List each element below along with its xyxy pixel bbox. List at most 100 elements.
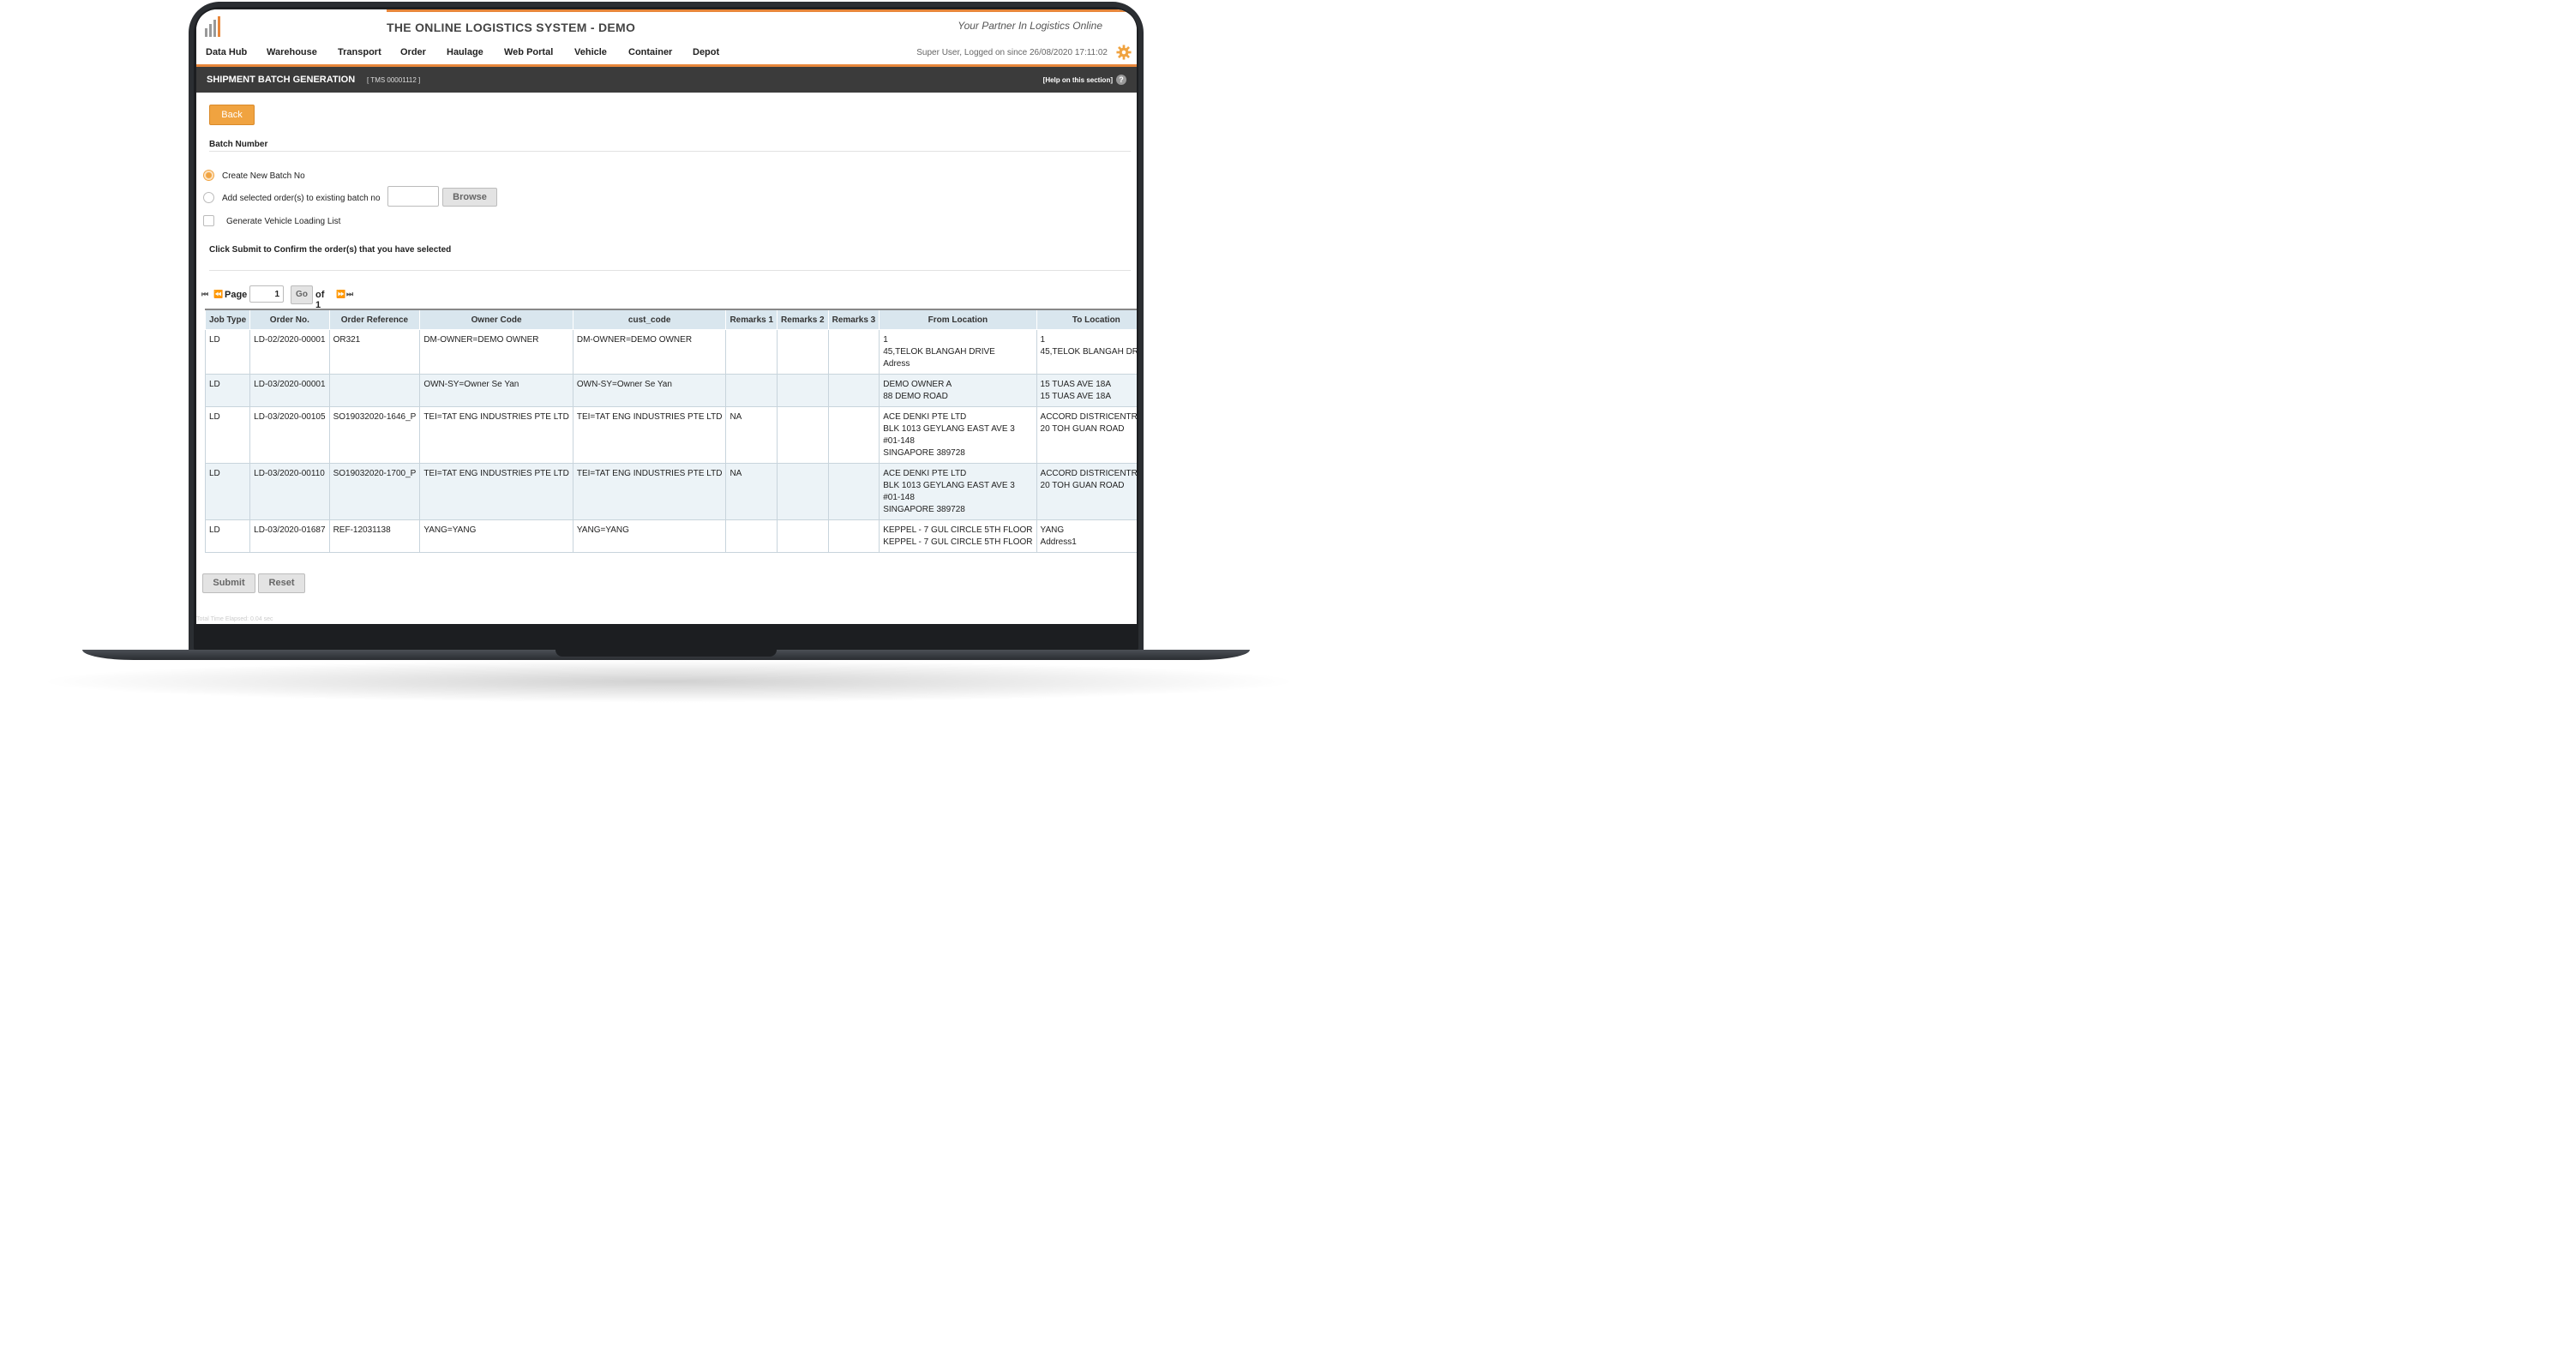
table-cell-remarks2 [777, 329, 829, 375]
previous-page-icon[interactable]: ⏪ [213, 290, 223, 299]
create-new-batch-radio[interactable] [203, 170, 214, 181]
location-line: 88 DEMO ROAD [883, 392, 948, 401]
existing-batch-input[interactable] [387, 186, 439, 207]
page-number-input[interactable]: 1 [249, 285, 284, 303]
table-cell-from-location: KEPPEL - 7 GUL CIRCLE 5TH FLOOR KEPPEL - … [879, 519, 1037, 553]
location-line: BLK 1013 GEYLANG EAST AVE 3 [883, 424, 1015, 434]
table-cell-job-type: LD [204, 519, 251, 553]
table-cell-order-ref [328, 374, 421, 407]
submit-instruction: Click Submit to Confirm the order(s) tha… [209, 245, 452, 255]
table-row[interactable]: LD LD-03/2020-01687 REF-12031138 YANG=YANG Y… [204, 519, 1137, 553]
table-cell-remarks2 [777, 406, 829, 464]
column-header[interactable]: cust_code [572, 309, 727, 330]
table-cell-to-location: 1 45,TELOK BLANGAH DRIVE [1036, 329, 1137, 375]
browse-button[interactable]: Browse [442, 188, 497, 207]
add-to-existing-batch-label: Add selected order(s) to existing batch … [222, 194, 381, 203]
logo-icon [205, 15, 225, 37]
table-cell-to-location: ACCORD DISTRICENTRE 20 TOH GUAN ROAD [1036, 463, 1137, 520]
tagline: Your Partner In Logistics Online [958, 20, 1102, 32]
table-cell-remarks3 [827, 329, 880, 375]
menu-item-haulage[interactable]: Haulage [447, 47, 483, 57]
menu-item-web-portal[interactable]: Web Portal [504, 47, 553, 57]
table-row[interactable]: LD LD-03/2020-00110 SO19032020-1700_P TEI=T… [204, 463, 1137, 520]
table-cell-remarks3 [827, 374, 880, 407]
header-accent-line [387, 9, 1137, 12]
location-line: SINGAPORE 389728 [883, 448, 965, 458]
location-line: ACCORD DISTRICENTRE [1040, 469, 1137, 478]
table-cell-from-location: ACE DENKI PTE LTD BLK 1013 GEYLANG EAST A… [879, 463, 1037, 520]
location-line: 45,TELOK BLANGAH DRIVE [883, 347, 995, 357]
menu-item-order[interactable]: Order [400, 47, 426, 57]
menu-item-transport[interactable]: Transport [338, 47, 381, 57]
section-code: [ TMS 00001112 ] [367, 76, 421, 84]
column-header[interactable]: Order No. [249, 309, 330, 330]
location-line: #01-148 [883, 493, 915, 502]
device-shadow [34, 660, 1303, 703]
table-cell-cust-code: DM-OWNER=DEMO OWNER [572, 329, 727, 375]
next-page-icon[interactable]: ⏩ [336, 290, 345, 299]
table-cell-cust-code: YANG=YANG [572, 519, 727, 553]
table-row[interactable]: LD LD-03/2020-00105 SO19032020-1646_P TEI=T… [204, 406, 1137, 464]
table-cell-order-no: LD-02/2020-00001 [249, 329, 330, 375]
location-line: BLK 1013 GEYLANG EAST AVE 3 [883, 481, 1015, 490]
page-count: of 1 [315, 290, 325, 310]
table-cell-order-ref: SO19032020-1700_P [328, 463, 421, 520]
location-line: KEPPEL - 7 GUL CIRCLE 5TH FLOOR [883, 537, 1033, 547]
submit-button[interactable]: Submit [202, 573, 255, 593]
section-header-bar: SHIPMENT BATCH GENERATION [ TMS 00001112… [196, 67, 1137, 93]
table-cell-job-type: LD [204, 329, 251, 375]
table-cell-cust-code: OWN-SY=Owner Se Yan [572, 374, 727, 407]
table-cell-remarks1: NA [725, 406, 778, 464]
menu-item-warehouse[interactable]: Warehouse [267, 47, 317, 57]
location-line: SINGAPORE 389728 [883, 505, 965, 514]
table-cell-owner-code: OWN-SY=Owner Se Yan [419, 374, 573, 407]
table-cell-from-location: ACE DENKI PTE LTD BLK 1013 GEYLANG EAST A… [879, 406, 1037, 464]
menu-item-depot[interactable]: Depot [693, 47, 719, 57]
location-line: 1 [1040, 335, 1046, 345]
column-header[interactable]: Remarks 1 [725, 309, 778, 330]
column-header[interactable]: To Location [1036, 309, 1137, 330]
last-page-icon[interactable]: ⏭ [346, 290, 353, 299]
table-cell-remarks2 [777, 463, 829, 520]
generate-vehicle-loading-checkbox[interactable] [203, 215, 214, 226]
table-cell-remarks1: NA [725, 463, 778, 520]
table-cell-to-location: YANG Address1 [1036, 519, 1137, 553]
location-line: 15 TUAS AVE 18A [1040, 380, 1111, 389]
menu-item-vehicle[interactable]: Vehicle [574, 47, 607, 57]
orders-table: Job Type Order No. Order Reference Owner… [204, 309, 1137, 553]
table-cell-owner-code: YANG=YANG [419, 519, 573, 553]
column-header[interactable]: Remarks 2 [777, 309, 829, 330]
location-line: ACCORD DISTRICENTRE [1040, 412, 1137, 422]
table-row[interactable]: LD LD-03/2020-00001 OWN-SY=Owner Se Yan OWN… [204, 374, 1137, 407]
table-row[interactable]: LD LD-02/2020-00001 OR321 DM-OWNER=DEMO OWN… [204, 329, 1137, 375]
menu-item-data-hub[interactable]: Data Hub [206, 47, 247, 57]
help-link[interactable]: [Help on this section] [1043, 76, 1113, 84]
first-page-icon[interactable]: ⏮ [201, 290, 208, 299]
table-cell-job-type: LD [204, 463, 251, 520]
divider [209, 151, 1131, 152]
column-header[interactable]: Job Type [204, 309, 251, 330]
table-cell-order-ref: SO19032020-1646_P [328, 406, 421, 464]
location-line: Adress [883, 359, 910, 369]
location-line: 45,TELOK BLANGAH DRIVE [1040, 347, 1137, 357]
table-cell-remarks2 [777, 374, 829, 407]
add-to-existing-batch-radio[interactable] [203, 192, 214, 203]
go-button[interactable]: Go [291, 285, 313, 304]
page-title: SHIPMENT BATCH GENERATION [207, 75, 356, 85]
table-cell-owner-code: TEI=TAT ENG INDUSTRIES PTE LTD [419, 463, 573, 520]
divider [209, 270, 1131, 271]
menu-item-container[interactable]: Container [628, 47, 672, 57]
page-label: Page [225, 290, 248, 300]
column-header[interactable]: Remarks 3 [827, 309, 880, 330]
table-cell-job-type: LD [204, 374, 251, 407]
location-line: #01-148 [883, 436, 915, 446]
table-cell-owner-code: TEI=TAT ENG INDUSTRIES PTE LTD [419, 406, 573, 464]
column-header[interactable]: Order Reference [328, 309, 421, 330]
reset-button[interactable]: Reset [258, 573, 305, 593]
table-body: LD LD-02/2020-00001 OR321 DM-OWNER=DEMO OWN… [204, 329, 1137, 553]
column-header[interactable]: Owner Code [419, 309, 573, 330]
column-header[interactable]: From Location [879, 309, 1037, 330]
gear-icon[interactable] [1116, 45, 1132, 60]
help-icon[interactable]: ? [1116, 75, 1126, 85]
back-button[interactable]: Back [209, 105, 255, 125]
